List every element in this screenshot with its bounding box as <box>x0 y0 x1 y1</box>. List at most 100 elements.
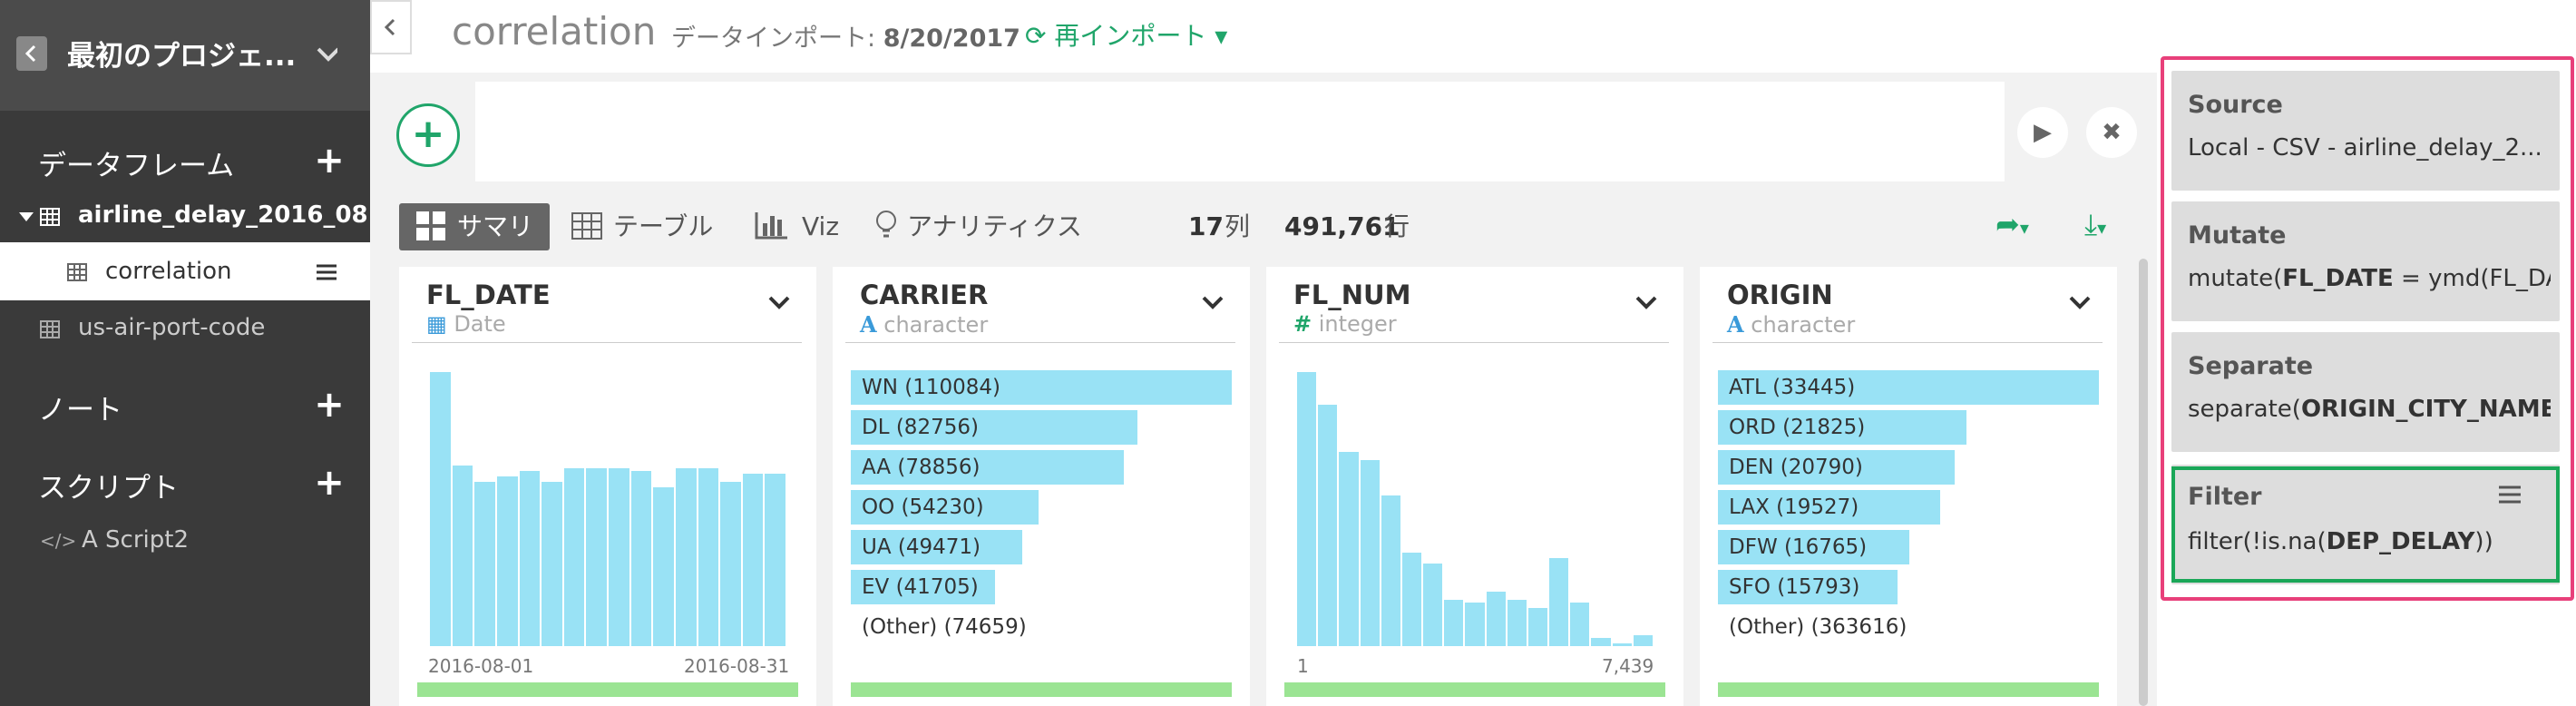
histogram-bar <box>1297 372 1317 646</box>
column-name: ORIGIN <box>1727 279 1833 310</box>
chevron-down-icon[interactable] <box>2068 295 2092 311</box>
step-body: separate(ORIGIN_CITY_NAME, <box>2188 396 2551 423</box>
histogram-bar <box>653 486 674 646</box>
step-separate[interactable] <box>2171 332 2560 452</box>
add-dataframe-button[interactable]: + <box>314 142 345 179</box>
grid-icon <box>416 211 445 240</box>
histogram-bar <box>1339 451 1359 646</box>
column-type: ▦ Date <box>426 311 506 337</box>
tab-analytics[interactable]: アナリティクス <box>907 205 1082 249</box>
value-label: DFW (16765) <box>1729 535 1868 559</box>
share-icon: ➦ <box>1995 207 2020 241</box>
value-label: UA (49471) <box>862 535 981 559</box>
back-button[interactable] <box>16 36 47 71</box>
histogram-bar <box>542 481 562 646</box>
valid-ratio-bar <box>417 682 798 697</box>
import-info: データインポート: 8/20/2017 <box>671 18 1020 53</box>
add-script-button[interactable]: + <box>314 465 345 501</box>
histogram-bar <box>1444 599 1464 646</box>
menu-icon[interactable] <box>2498 485 2522 505</box>
import-date: 8/20/2017 <box>883 25 1020 53</box>
value-label: DEN (20790) <box>1729 456 1863 479</box>
export-button[interactable]: ⤓▾ <box>2084 207 2106 242</box>
histogram-fl-num <box>1297 372 1653 646</box>
code-text: = ymd(FL_DAT <box>2401 265 2551 292</box>
download-icon: ⤓ <box>2084 207 2098 241</box>
value-list-carrier: WN (110084) DL (82756) AA (78856) OO (54230… <box>851 370 1232 652</box>
valid-ratio-bar <box>1284 682 1665 697</box>
histogram-bar <box>742 473 764 646</box>
histogram-bar <box>1486 591 1506 646</box>
column-type-label: Date <box>454 311 506 337</box>
histogram-bar <box>630 470 652 646</box>
sidebar-item-other[interactable]: us-air-port-code <box>78 314 265 341</box>
histogram-bar <box>1527 607 1548 646</box>
import-label: データインポート: <box>671 25 876 53</box>
value-label: OO (54230) <box>862 495 984 519</box>
sidebar-item-parent[interactable]: airline_delay_2016_08 <box>78 201 368 229</box>
divider <box>1279 342 1669 343</box>
column-type: A character <box>860 311 988 338</box>
step-mutate[interactable] <box>2171 201 2560 321</box>
collapse-sidebar-button[interactable] <box>370 0 412 54</box>
divider <box>845 342 1235 343</box>
scrollbar[interactable] <box>2139 259 2148 706</box>
value-label: AA (78856) <box>862 456 981 479</box>
step-title: Separate <box>2188 352 2314 380</box>
histogram-bar <box>519 470 541 646</box>
chevron-left-icon <box>384 18 395 36</box>
chevron-down-icon[interactable] <box>316 44 337 65</box>
histogram-bar <box>1401 553 1422 646</box>
histogram-bar <box>1360 459 1380 646</box>
axis-max-label: 7,439 <box>1602 655 1654 677</box>
play-icon: ▶ <box>2034 119 2052 146</box>
add-step-button[interactable]: + <box>396 103 460 167</box>
chevron-down-icon[interactable] <box>767 295 791 311</box>
histogram-bar <box>1318 405 1338 646</box>
run-button[interactable]: ▶ <box>2017 107 2068 158</box>
reimport-button[interactable]: ⟳ 再インポート ▾ <box>1025 16 1227 51</box>
other-label: (Other) (74659) <box>862 615 1027 639</box>
clear-button[interactable]: ✖ <box>2086 107 2137 158</box>
caret-down-icon: ▾ <box>2019 217 2029 239</box>
lightbulb-icon <box>876 211 896 238</box>
refresh-icon: ⟳ <box>1025 21 1047 51</box>
add-note-button[interactable]: + <box>314 387 345 423</box>
column-type: # integer <box>1293 311 1397 337</box>
value-label: ORD (21825) <box>1729 416 1866 439</box>
chevron-down-icon[interactable] <box>1634 295 1658 311</box>
column-type-label: integer <box>1318 311 1397 337</box>
text-type-icon: A <box>860 311 877 338</box>
tab-table[interactable]: テーブル <box>613 205 713 249</box>
step-title: Mutate <box>2188 221 2287 250</box>
menu-icon[interactable] <box>316 263 337 281</box>
valid-ratio-bar <box>851 682 1232 697</box>
value-label: ATL (33445) <box>1729 376 1856 399</box>
histogram-bar <box>1612 642 1632 646</box>
column-type: A character <box>1727 311 1855 338</box>
col-unit: 列 <box>1225 211 1251 241</box>
divider <box>1712 342 2103 343</box>
column-type-label: character <box>883 312 989 338</box>
value-label: LAX (19527) <box>1729 495 1859 519</box>
column-name: FL_NUM <box>1293 279 1411 310</box>
command-input[interactable] <box>475 82 2005 181</box>
share-button[interactable]: ➦▾ <box>1995 207 2029 241</box>
calendar-icon: ▦ <box>426 311 447 337</box>
step-title: Source <box>2188 91 2283 119</box>
page-title: correlation <box>452 9 657 54</box>
code-column: FL_DATE <box>2282 265 2394 292</box>
histogram-bar <box>496 476 518 646</box>
histogram-bar <box>1507 599 1527 646</box>
caret-down-icon[interactable] <box>18 211 34 223</box>
divider <box>412 342 802 343</box>
code-column: ORIGIN_CITY_NAME <box>2300 396 2551 423</box>
histogram-bar <box>563 467 585 646</box>
sidebar-item-label: correlation <box>105 258 232 285</box>
tab-viz[interactable]: Viz <box>802 205 839 249</box>
value-label: EV (41705) <box>862 575 979 599</box>
chevron-down-icon[interactable] <box>1201 295 1225 311</box>
sidebar-item-script[interactable]: A Script2 <box>82 526 189 554</box>
dataframe-icon <box>67 263 87 281</box>
step-source[interactable] <box>2171 71 2560 191</box>
